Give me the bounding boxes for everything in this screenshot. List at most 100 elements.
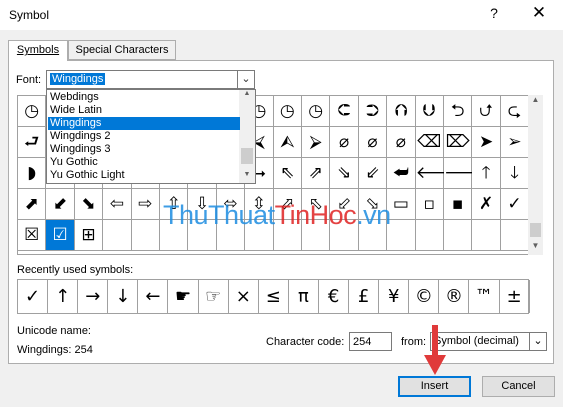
scroll-down-icon[interactable]: ▼ [239,171,255,183]
recent-symbol-cell[interactable]: ✓ [18,280,49,313]
symbol-cell[interactable]: ⌫ [415,127,444,158]
symbol-cell[interactable]: ⊞ [74,220,104,251]
recent-symbol-cell[interactable]: € [319,280,350,313]
dialog-title: Symbol [9,8,50,22]
symbol-cell[interactable]: 🡒 [444,158,490,189]
scroll-up-icon[interactable]: ▲ [528,95,543,109]
help-icon[interactable]: ? [484,5,504,25]
symbol-cell[interactable] [131,220,160,251]
symbol-cell[interactable]: ⮈ [330,96,359,127]
symbol-cell[interactable] [415,220,444,251]
symbol-cell[interactable]: ⮊ [358,96,388,127]
symbol-grid-scrollbar[interactable]: ▲ ▼ [528,95,543,255]
recent-symbol-cell[interactable]: → [78,280,109,313]
insert-button[interactable]: Insert [398,376,471,397]
scroll-down-icon[interactable]: ▼ [528,241,543,255]
symbol-cell[interactable]: ⮋ [415,96,444,127]
font-option[interactable]: Wingdings 3 [48,143,240,156]
symbol-cell[interactable]: ▫ [415,189,444,220]
font-option[interactable]: Yu Gothic [48,156,240,169]
symbol-cell[interactable]: ⌦ [444,127,473,158]
symbol-cell[interactable]: ✓ [500,189,530,220]
symbol-cell[interactable] [472,220,501,251]
character-code-input[interactable] [349,332,392,351]
symbol-cell[interactable]: ⮎ [500,96,530,127]
symbol-cell[interactable]: ▪ [444,189,473,220]
watermark-part: Thuat [208,200,275,230]
recent-symbol-cell[interactable]: × [229,280,259,313]
symbol-cell[interactable]: ⌀ [330,127,359,158]
symbol-cell[interactable]: 🡓 [500,158,530,189]
recent-symbol-cell[interactable]: £ [349,280,380,313]
font-option[interactable]: Webdings [48,91,240,104]
symbol-cell[interactable]: ⬊ [74,189,104,220]
symbol-cell[interactable]: ☑ [46,220,75,251]
tab-special-characters[interactable]: Special Characters [68,40,176,60]
symbol-cell[interactable]: ➤ [472,127,501,158]
recent-symbol-cell[interactable]: ™ [470,280,500,313]
scroll-thumb[interactable] [241,148,253,164]
symbol-cell[interactable]: ⇦ [103,189,132,220]
symbol-cell[interactable]: ➢ [500,127,530,158]
symbol-cell[interactable]: ◷ [302,96,331,127]
recent-symbol-cell[interactable]: ← [138,280,169,313]
symbol-cell[interactable] [500,220,530,251]
symbol-cell[interactable]: ⮍ [472,96,501,127]
recent-symbol-cell[interactable]: ↑ [48,280,79,313]
tab-symbols[interactable]: Symbols [8,40,68,61]
symbol-cell[interactable]: ◷ [18,96,47,127]
recent-symbol-cell[interactable]: © [409,280,440,313]
symbol-cell[interactable]: ☒ [18,220,47,251]
symbol-cell[interactable]: ⇨ [131,189,160,220]
symbol-cell[interactable]: ◷ [273,96,302,127]
recent-symbol-cell[interactable]: ¥ [379,280,410,313]
recent-symbol-cell[interactable]: ® [439,280,470,313]
symbol-cell[interactable]: 🡑 [472,158,501,189]
symbol-cell[interactable]: ⌀ [358,127,388,158]
recent-symbol-cell[interactable]: ☛ [169,280,199,313]
symbol-cell[interactable]: ⬋ [46,189,75,220]
symbol-cell[interactable]: ⇙ [358,158,388,189]
title-bar: Symbol ? ✕ [0,0,563,30]
symbol-cell[interactable]: ✗ [472,189,501,220]
symbol-cell[interactable]: ⮚ [302,127,331,158]
symbol-cell[interactable]: ⇘ [330,158,359,189]
font-dropdown-list[interactable]: ▲ ▼ Webdings Wide Latin Wingdings Wingdings… [46,89,256,184]
symbol-cell[interactable]: ▭ [387,189,416,220]
cancel-button[interactable]: Cancel [482,376,555,397]
font-select[interactable]: Wingdings ⌄ [46,70,255,89]
symbol-cell[interactable]: ⮙ [273,127,302,158]
recent-symbol-cell[interactable]: π [289,280,319,313]
symbol-cell[interactable] [444,220,473,251]
symbol-cell[interactable]: ⮉ [387,96,416,127]
scroll-up-icon[interactable]: ▲ [239,90,255,102]
symbol-cell[interactable]: ⌀ [387,127,416,158]
from-label: from: [401,336,427,348]
chevron-down-icon[interactable]: ⌄ [529,333,546,350]
from-select[interactable]: Symbol (decimal) ⌄ [430,332,547,351]
symbol-cell[interactable]: ⇖ [273,158,302,189]
symbol-cell[interactable]: ⬈ [18,189,47,220]
symbol-cell[interactable]: ⮨ [387,158,416,189]
chevron-down-icon[interactable]: ⌄ [237,71,254,88]
symbol-cell[interactable]: ⮌ [444,96,473,127]
recent-symbols-label: Recently used symbols: [17,264,134,276]
symbol-cell[interactable]: 🡐 [415,158,461,189]
symbol-cell[interactable]: ⮐ [18,127,47,158]
recent-symbols-row[interactable]: ✓ ↑ → ↓ ← ☛ ☞ × ≤ π € £ ¥ © ® ™ ± [17,279,530,314]
symbol-cell[interactable]: ⇗ [302,158,331,189]
font-dropdown-scrollbar[interactable]: ▲ ▼ [239,90,255,183]
font-option[interactable]: Yu Gothic Light [48,169,240,182]
scroll-thumb[interactable] [530,223,541,237]
symbol-cell[interactable] [103,220,132,251]
symbol-cell[interactable] [387,220,416,251]
recent-symbol-cell[interactable]: ± [500,280,530,313]
recent-symbol-cell[interactable]: ≤ [259,280,289,313]
close-icon[interactable]: ✕ [527,3,551,25]
font-option[interactable]: Wingdings [48,117,240,130]
recent-symbol-cell[interactable]: ☞ [199,280,229,313]
font-option[interactable]: Wide Latin [48,104,240,117]
symbol-cell[interactable]: ◗ [18,158,47,189]
font-option[interactable]: Wingdings 2 [48,130,240,143]
recent-symbol-cell[interactable]: ↓ [108,280,139,313]
